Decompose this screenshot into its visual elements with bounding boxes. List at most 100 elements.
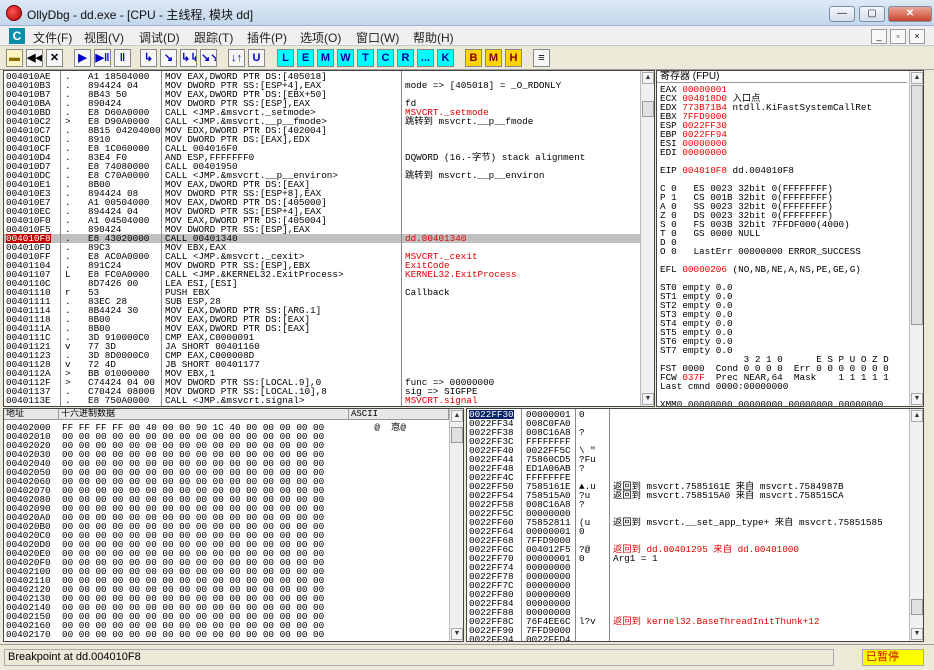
stack-ascii: 0	[579, 553, 585, 564]
execute-till-return-icon[interactable]: ↓↑	[228, 49, 245, 67]
register-label: XMM0 00000000 00000000 00000000 00000000	[660, 399, 884, 407]
menu-file[interactable]: 文件(F)	[33, 29, 72, 46]
status-message: Breakpoint at dd.004010F8	[4, 649, 834, 666]
disasm-comment: dd.00401340	[405, 233, 467, 244]
scroll-up-icon[interactable]: ▲	[451, 410, 463, 422]
disasm-comment: KERNEL32.ExitProcess	[405, 269, 517, 280]
disasm-comment: 跳转到 msvcrt.__p__fmode	[405, 116, 534, 127]
disassembly-scrollbar[interactable]: ▲ ▼	[640, 71, 654, 406]
disasm-comment: mode => [405018] = _O_RDONLY	[405, 80, 562, 91]
stack-address: 0022FF94	[469, 634, 514, 642]
trace-over-icon[interactable]: ↘↘	[200, 49, 217, 67]
registers-scrollbar[interactable]: ▲ ▼	[909, 71, 923, 406]
menu-options[interactable]: 选项(O)	[300, 29, 341, 46]
scroll-up-icon[interactable]: ▲	[911, 72, 923, 84]
menu-help[interactable]: 帮助(H)	[413, 29, 454, 46]
step-into-icon[interactable]: ↳	[140, 49, 157, 67]
menu-view[interactable]: 视图(V)	[84, 29, 124, 46]
pause-icon[interactable]: ‖	[114, 49, 131, 67]
maximize-button[interactable]: ▢	[859, 6, 885, 22]
register-line[interactable]: O 0 LastErr 00000000 ERROR_SUCCESS	[660, 247, 910, 256]
scroll-down-icon[interactable]: ▼	[911, 628, 923, 640]
execute-till-user-code-icon[interactable]: U	[248, 49, 265, 67]
mdi-minimize-button[interactable]: _	[871, 29, 887, 44]
stack-pane[interactable]: 0022FF30 00000001 0 0022FF34 008C0FA0 0022FF3…	[466, 408, 924, 642]
stack-row[interactable]: 0022FF94 0022FFD4	[467, 634, 909, 642]
memory-window-button[interactable]: M	[317, 49, 334, 67]
registers-pane[interactable]: 寄存器 (FPU) EAX 00000001 ECX 004018D0 入口点 ED…	[656, 70, 924, 407]
references-window-button[interactable]: R	[397, 49, 414, 67]
scroll-thumb[interactable]	[911, 85, 923, 325]
stack-comment: 返回到 kernel32.BaseThreadInitThunk+12	[613, 616, 820, 627]
menu-window[interactable]: 窗口(W)	[356, 29, 399, 46]
scroll-down-icon[interactable]: ▼	[451, 628, 463, 640]
stack-ascii: ?	[579, 427, 585, 438]
dump-header-ascii[interactable]: ASCII	[349, 409, 449, 420]
stack-ascii: ?	[579, 463, 585, 474]
cpu-window-icon[interactable]: C	[9, 28, 25, 44]
disassembly-pane[interactable]: 004010AE. A1 18504000 MOV EAX,DWORD PTR DS…	[3, 70, 655, 407]
dump-pane[interactable]: 地址 十六进制数据 ASCII 00402000 FF FF FF FF 00 4…	[3, 408, 464, 642]
scroll-up-icon[interactable]: ▲	[911, 410, 923, 422]
menu-trace[interactable]: 跟踪(T)	[194, 29, 233, 46]
restart-icon[interactable]: ◀◀	[26, 49, 43, 67]
scroll-thumb[interactable]	[642, 101, 654, 117]
list-icon[interactable]: ≡	[533, 49, 550, 67]
scroll-thumb[interactable]	[911, 599, 923, 615]
modules-window-button[interactable]: E	[297, 49, 314, 67]
trace-into-icon[interactable]: ↳↳	[180, 49, 197, 67]
stack-ascii: 0	[579, 409, 585, 420]
disasm-comment: MSVCRT.signal	[405, 395, 478, 406]
stack-ascii: l?v	[579, 616, 596, 627]
open-file-icon[interactable]: ▬	[6, 49, 23, 67]
dump-header-address[interactable]: 地址	[4, 409, 59, 420]
call-stack-window-button[interactable]: K	[437, 49, 454, 67]
register-line[interactable]: EDI 00000000	[660, 148, 910, 157]
register-line[interactable]: EIP 004010F8 dd.004010F8	[660, 166, 910, 175]
stack-scrollbar[interactable]: ▲ ▼	[909, 409, 923, 641]
stack-comment: 返回到 msvcrt.758515A0 来自 msvcrt.758515CA	[613, 490, 844, 501]
cpu-window-button[interactable]: C	[377, 49, 394, 67]
breakpoints-window-button[interactable]: B	[465, 49, 482, 67]
threads-window-button[interactable]: T	[357, 49, 374, 67]
hardware-breakpoints-button[interactable]: H	[505, 49, 522, 67]
mdi-close-button[interactable]: ×	[909, 29, 925, 44]
dump-row[interactable]: 00402170 00 00 00 00 00 00 00 00 00 00 00…	[4, 630, 449, 639]
memory-breakpoints-button[interactable]: M	[485, 49, 502, 67]
disasm-row[interactable]: 0040110C 8D7426 00 LEA ESI,[ESI]	[4, 279, 640, 288]
windows-window-button[interactable]: W	[337, 49, 354, 67]
dump-header-hex[interactable]: 十六进制数据	[59, 409, 349, 420]
register-line[interactable]: Last cmnd 0000:00000000	[660, 382, 910, 391]
register-line[interactable]: EFL 00000206 (NO,NB,NE,A,NS,PE,GE,G)	[660, 265, 910, 274]
mdi-restore-button[interactable]: ▫	[890, 29, 906, 44]
register-line[interactable]: XMM0 00000000 00000000 00000000 00000000	[660, 399, 910, 407]
scroll-thumb[interactable]	[451, 427, 463, 443]
log-window-button[interactable]: L	[277, 49, 294, 67]
close-process-icon[interactable]: ✕	[46, 49, 63, 67]
run-trace-window-button[interactable]: ...	[417, 49, 434, 67]
dump-scrollbar[interactable]: ▲ ▼	[449, 409, 463, 641]
stack-ascii: ?	[579, 499, 585, 510]
minimize-button[interactable]: —	[829, 6, 855, 22]
step-over-icon[interactable]: ↘	[160, 49, 177, 67]
close-button[interactable]: ✕	[888, 6, 932, 22]
disasm-comment: Callback	[405, 287, 450, 298]
scroll-up-icon[interactable]: ▲	[642, 72, 654, 84]
run-thread-icon[interactable]: ▶‖	[94, 49, 111, 67]
disasm-row[interactable]: 0040113E. E8 750A0000 CALL <JMP.&msvcrt.si…	[4, 396, 640, 405]
scroll-down-icon[interactable]: ▼	[911, 393, 923, 405]
dump-ascii: @ 恴@	[352, 422, 406, 433]
disasm-marker: .	[65, 395, 71, 406]
dump-hex: 00 00 00 00 00 00 00 00 00 00 00 00 00 0…	[62, 629, 325, 640]
registers-header: 寄存器 (FPU)	[657, 71, 907, 83]
menu-plugins[interactable]: 插件(P)	[247, 29, 287, 46]
scroll-down-icon[interactable]: ▼	[642, 393, 654, 405]
menu-debug[interactable]: 调试(D)	[139, 29, 180, 46]
menu-bar: C 文件(F) 视图(V) 调试(D) 跟踪(T) 插件(P) 选项(O) 窗口…	[0, 26, 934, 46]
stack-ascii: 0	[579, 526, 585, 537]
register-line[interactable]: T 0 GS 0000 NULL	[660, 229, 910, 238]
disasm-marker: L	[65, 269, 71, 280]
window-title: OllyDbg - dd.exe - [CPU - 主线程, 模块 dd]	[27, 8, 254, 22]
run-icon[interactable]: ▶	[74, 49, 91, 67]
disasm-comment: DQWORD (16.-字节) stack alignment	[405, 152, 586, 163]
